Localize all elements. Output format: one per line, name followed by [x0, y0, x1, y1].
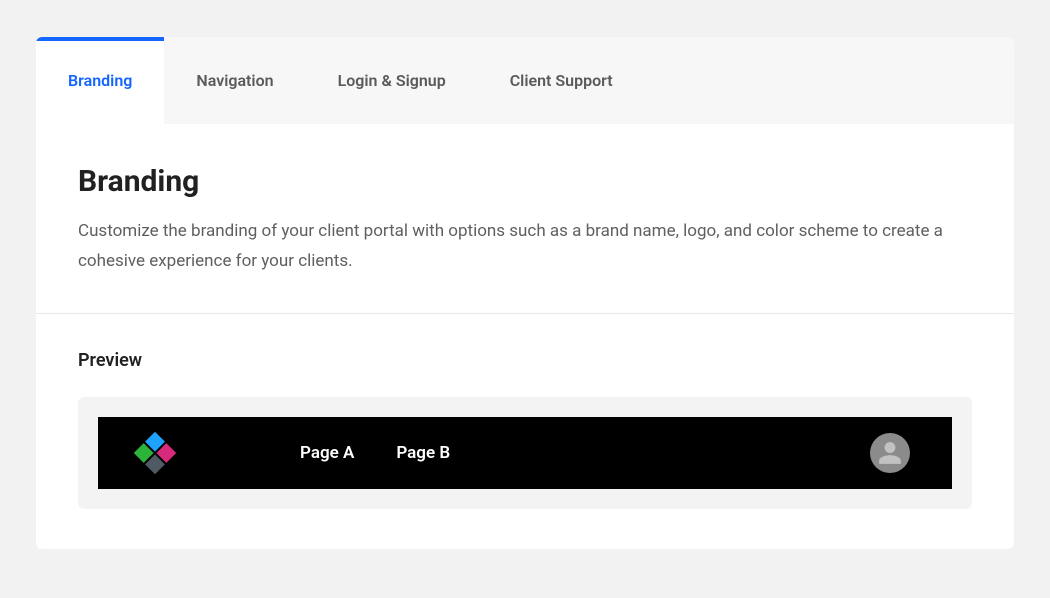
- tab-branding[interactable]: Branding: [36, 37, 164, 124]
- page-title: Branding: [78, 164, 972, 199]
- preview-nav-link-b[interactable]: Page B: [396, 443, 450, 463]
- avatar-icon[interactable]: [870, 433, 910, 473]
- brand-logo-icon: [134, 431, 176, 473]
- header-section: Branding Customize the branding of your …: [36, 124, 1014, 314]
- tab-navigation[interactable]: Navigation: [164, 37, 305, 124]
- tab-client-support[interactable]: Client Support: [478, 37, 645, 124]
- tab-login-signup[interactable]: Login & Signup: [306, 37, 478, 124]
- settings-card: Branding Navigation Login & Signup Clien…: [36, 37, 1014, 549]
- tabs: Branding Navigation Login & Signup Clien…: [36, 37, 1014, 124]
- preview-nav-links: Page A Page B: [300, 443, 450, 463]
- preview-label: Preview: [78, 350, 972, 371]
- preview-nav-link-a[interactable]: Page A: [300, 443, 354, 463]
- preview-section: Preview Page A Page B: [36, 314, 1014, 549]
- preview-navbar: Page A Page B: [98, 417, 952, 489]
- page-description: Customize the branding of your client po…: [78, 217, 972, 277]
- preview-box: Page A Page B: [78, 397, 972, 509]
